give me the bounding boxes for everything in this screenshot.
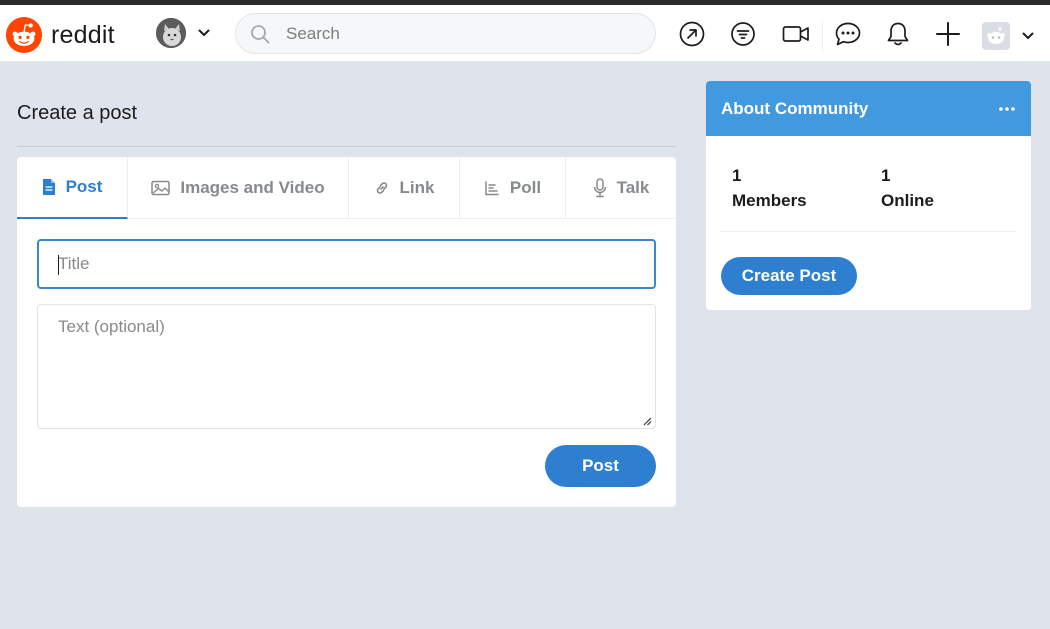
post-type-tabs: Post Images and Video Link Poll Talk bbox=[17, 157, 676, 219]
video-button[interactable] bbox=[782, 20, 810, 48]
about-community-header: About Community bbox=[706, 81, 1031, 136]
post-text-input[interactable] bbox=[37, 304, 656, 429]
chat-icon bbox=[835, 22, 861, 46]
resize-handle-icon[interactable] bbox=[642, 416, 652, 426]
tab-post[interactable]: Post bbox=[17, 157, 128, 219]
about-divider bbox=[721, 231, 1016, 232]
header-divider bbox=[822, 22, 823, 52]
search-input[interactable] bbox=[286, 23, 626, 44]
notifications-button[interactable] bbox=[884, 20, 912, 48]
search-bar[interactable] bbox=[235, 13, 656, 54]
reddit-home-logo[interactable]: reddit bbox=[5, 16, 115, 54]
popular-icon bbox=[679, 21, 705, 47]
about-community-title: About Community bbox=[721, 98, 869, 118]
plus-icon bbox=[936, 22, 960, 46]
community-avatar bbox=[156, 18, 186, 48]
tab-label: Images and Video bbox=[180, 178, 325, 197]
chat-button[interactable] bbox=[834, 20, 862, 48]
tab-talk[interactable]: Talk bbox=[566, 157, 676, 219]
image-icon bbox=[151, 180, 171, 196]
about-community-card: About Community 1 Members 1 Online Creat… bbox=[706, 81, 1031, 310]
community-switcher[interactable] bbox=[156, 18, 210, 48]
notification-icon bbox=[887, 22, 909, 46]
snoo-avatar-icon bbox=[987, 27, 1005, 44]
feed-filter-button[interactable] bbox=[729, 20, 757, 48]
create-post-button[interactable]: Create Post bbox=[721, 257, 857, 295]
link-icon bbox=[376, 182, 387, 194]
online-label: Online bbox=[881, 191, 934, 210]
tab-images-and-video[interactable]: Images and Video bbox=[128, 157, 349, 219]
title-divider bbox=[17, 146, 676, 147]
top-header: reddit bbox=[0, 5, 1050, 61]
more-options-button[interactable] bbox=[998, 106, 1016, 112]
popular-button[interactable] bbox=[678, 20, 706, 48]
online-count: 1 bbox=[881, 166, 891, 185]
create-button[interactable] bbox=[934, 20, 962, 48]
tab-label: Post bbox=[65, 177, 103, 196]
text-cursor bbox=[58, 255, 59, 275]
tab-poll[interactable]: Poll bbox=[460, 157, 566, 219]
community-stats: 1 Members 1 Online bbox=[732, 163, 1030, 213]
brand-name: reddit bbox=[51, 20, 115, 49]
user-avatar bbox=[982, 22, 1010, 50]
online-stat: 1 Online bbox=[881, 163, 1030, 213]
tab-label: Poll bbox=[509, 178, 542, 197]
cat-avatar-icon bbox=[156, 18, 186, 48]
page-title: Create a post bbox=[17, 102, 138, 124]
search-icon bbox=[251, 24, 270, 43]
tab-label: Talk bbox=[616, 178, 650, 197]
chevron-down-icon bbox=[1022, 32, 1034, 40]
post-submit-button[interactable]: Post bbox=[545, 445, 656, 487]
poll-icon bbox=[485, 181, 499, 196]
feed-filter-icon bbox=[731, 22, 755, 46]
reddit-logo-icon bbox=[5, 16, 43, 54]
tab-label: Link bbox=[399, 178, 435, 197]
more-options-icon bbox=[999, 106, 1015, 111]
user-menu[interactable] bbox=[982, 22, 1034, 50]
create-post-card: Post Images and Video Link Poll Talk Tit… bbox=[17, 157, 676, 507]
chevron-down-icon bbox=[198, 29, 210, 37]
members-count: 1 bbox=[732, 166, 742, 185]
members-label: Members bbox=[732, 191, 807, 210]
post-title-input[interactable] bbox=[37, 239, 656, 289]
video-icon bbox=[782, 26, 809, 42]
microphone-icon bbox=[593, 178, 606, 198]
tab-link[interactable]: Link bbox=[349, 157, 460, 219]
document-icon bbox=[42, 179, 55, 195]
members-stat: 1 Members bbox=[732, 163, 881, 213]
